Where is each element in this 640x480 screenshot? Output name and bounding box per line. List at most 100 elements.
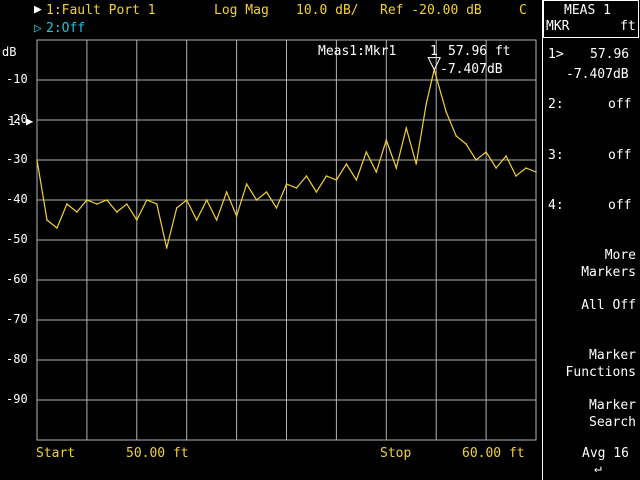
trace-point: [165, 247, 168, 249]
menu-title-box: MEAS 1 MKR ft: [543, 0, 639, 38]
trace-point: [325, 175, 328, 177]
trace-point: [345, 163, 348, 165]
format-label: Log Mag: [214, 3, 269, 18]
trace-point: [145, 199, 148, 201]
trace-point: [465, 143, 467, 145]
trace-point: [235, 215, 238, 217]
trace1-active-icon: ▶: [34, 2, 42, 17]
trace-point: [285, 183, 288, 185]
marker-1-label: 1>: [548, 47, 564, 62]
marker-2-value: off: [608, 97, 632, 112]
ref-level-arrow-icon[interactable]: ▶: [26, 114, 33, 128]
gridlines: [37, 40, 536, 440]
marker-search-line2: Search: [589, 415, 636, 430]
more-markers-line2: Markers: [581, 265, 636, 280]
trace-point: [76, 211, 78, 213]
trace-point: [495, 167, 497, 169]
trace2-indicator-icon: ▷: [34, 21, 42, 36]
y-unit-label: dB: [2, 45, 17, 59]
trace1-label[interactable]: 1:Fault Port 1: [46, 3, 156, 18]
trace-point: [56, 227, 58, 229]
trace-point: [245, 183, 248, 185]
marker-4-label: 4:: [548, 198, 564, 213]
trace-point: [455, 135, 457, 137]
trace2-label[interactable]: 2:Off: [46, 21, 85, 36]
menu-title: MEAS 1: [564, 3, 611, 18]
trace-point: [395, 167, 398, 169]
cal-indicator: C: [519, 3, 527, 18]
marker-3-value: off: [608, 148, 632, 163]
softkey-all-off[interactable]: All Off: [581, 297, 636, 314]
trace-point: [255, 199, 258, 201]
trace-point: [485, 151, 487, 153]
trace-plot: [36, 39, 537, 441]
ref-label: Ref -20.00 dB: [380, 3, 482, 18]
marker-4-value: off: [608, 198, 632, 213]
trace-point: [215, 219, 218, 221]
y-tick-label: -90: [6, 392, 28, 406]
trace-point: [225, 191, 228, 193]
y-tick-label: -70: [6, 312, 28, 326]
menu-divider: [542, 0, 543, 480]
y-tick-label: -80: [6, 352, 28, 366]
marker-readout-y: -7.407dB: [440, 62, 503, 77]
trace-point: [525, 167, 527, 169]
marker-2-label: 2:: [548, 97, 564, 112]
trace-point: [315, 191, 318, 193]
stop-label: Stop: [380, 446, 412, 461]
avg-indicator: Avg 16: [582, 446, 629, 461]
ref-level-label: 1:: [8, 114, 23, 128]
menu-subtitle-right: ft: [620, 19, 636, 34]
trace-point: [355, 179, 358, 181]
marker-functions-line1: Marker: [589, 348, 636, 363]
softkey-more-markers[interactable]: More Markers: [581, 247, 636, 281]
trace-point: [195, 219, 198, 221]
all-off-label: All Off: [581, 298, 636, 313]
trace-point: [175, 207, 178, 209]
trace-point: [295, 187, 298, 189]
trace-point: [475, 159, 477, 161]
y-tick-label: -40: [6, 192, 28, 206]
softkey-marker-search[interactable]: Marker Search: [589, 397, 636, 431]
y-tick-label: -60: [6, 272, 28, 286]
trace-point: [385, 139, 388, 141]
stop-value: 60.00 ft: [462, 446, 525, 461]
marker-3-label: 3:: [548, 148, 564, 163]
trace-point: [365, 151, 368, 153]
trace-point: [335, 179, 338, 181]
trace-point: [445, 111, 447, 113]
marker-readout-x: 57.96 ft: [448, 44, 511, 59]
trace-point: [415, 163, 418, 165]
start-label: Start: [36, 446, 76, 461]
trace-point: [46, 219, 48, 221]
trace-point: [505, 155, 507, 157]
return-arrow-icon[interactable]: ↵: [594, 461, 602, 476]
trace-point: [155, 203, 158, 205]
trace-point: [96, 203, 98, 205]
scale-label: 10.0 dB/: [296, 3, 359, 18]
start-value: 50.00 ft: [126, 446, 189, 461]
trace-point: [185, 199, 188, 201]
marker-functions-line2: Functions: [565, 365, 636, 380]
softkey-marker-functions[interactable]: Marker Functions: [566, 347, 636, 381]
trace-point: [136, 219, 138, 221]
trace-point: [126, 203, 128, 205]
trace-point: [535, 171, 537, 173]
marker-search-line1: Marker: [589, 398, 636, 413]
marker-readout-name: Meas1:Mkr1: [318, 44, 397, 59]
trace-point: [375, 171, 378, 173]
trace-point: [106, 199, 108, 201]
trace-point: [265, 191, 268, 193]
marker-readout-num: 1: [430, 44, 438, 59]
trace-point: [86, 199, 88, 201]
trace-point: [305, 175, 308, 177]
marker-1-y: -7.407dB: [566, 67, 629, 82]
trace-point: [515, 175, 517, 177]
more-markers-line1: More: [604, 248, 636, 263]
trace-point: [275, 207, 278, 209]
y-tick-label: -50: [6, 232, 28, 246]
marker-1-x: 57.96: [590, 47, 630, 62]
marker-triangle-icon[interactable]: [427, 57, 442, 71]
trace-point: [425, 103, 428, 105]
trace-point: [405, 127, 408, 129]
